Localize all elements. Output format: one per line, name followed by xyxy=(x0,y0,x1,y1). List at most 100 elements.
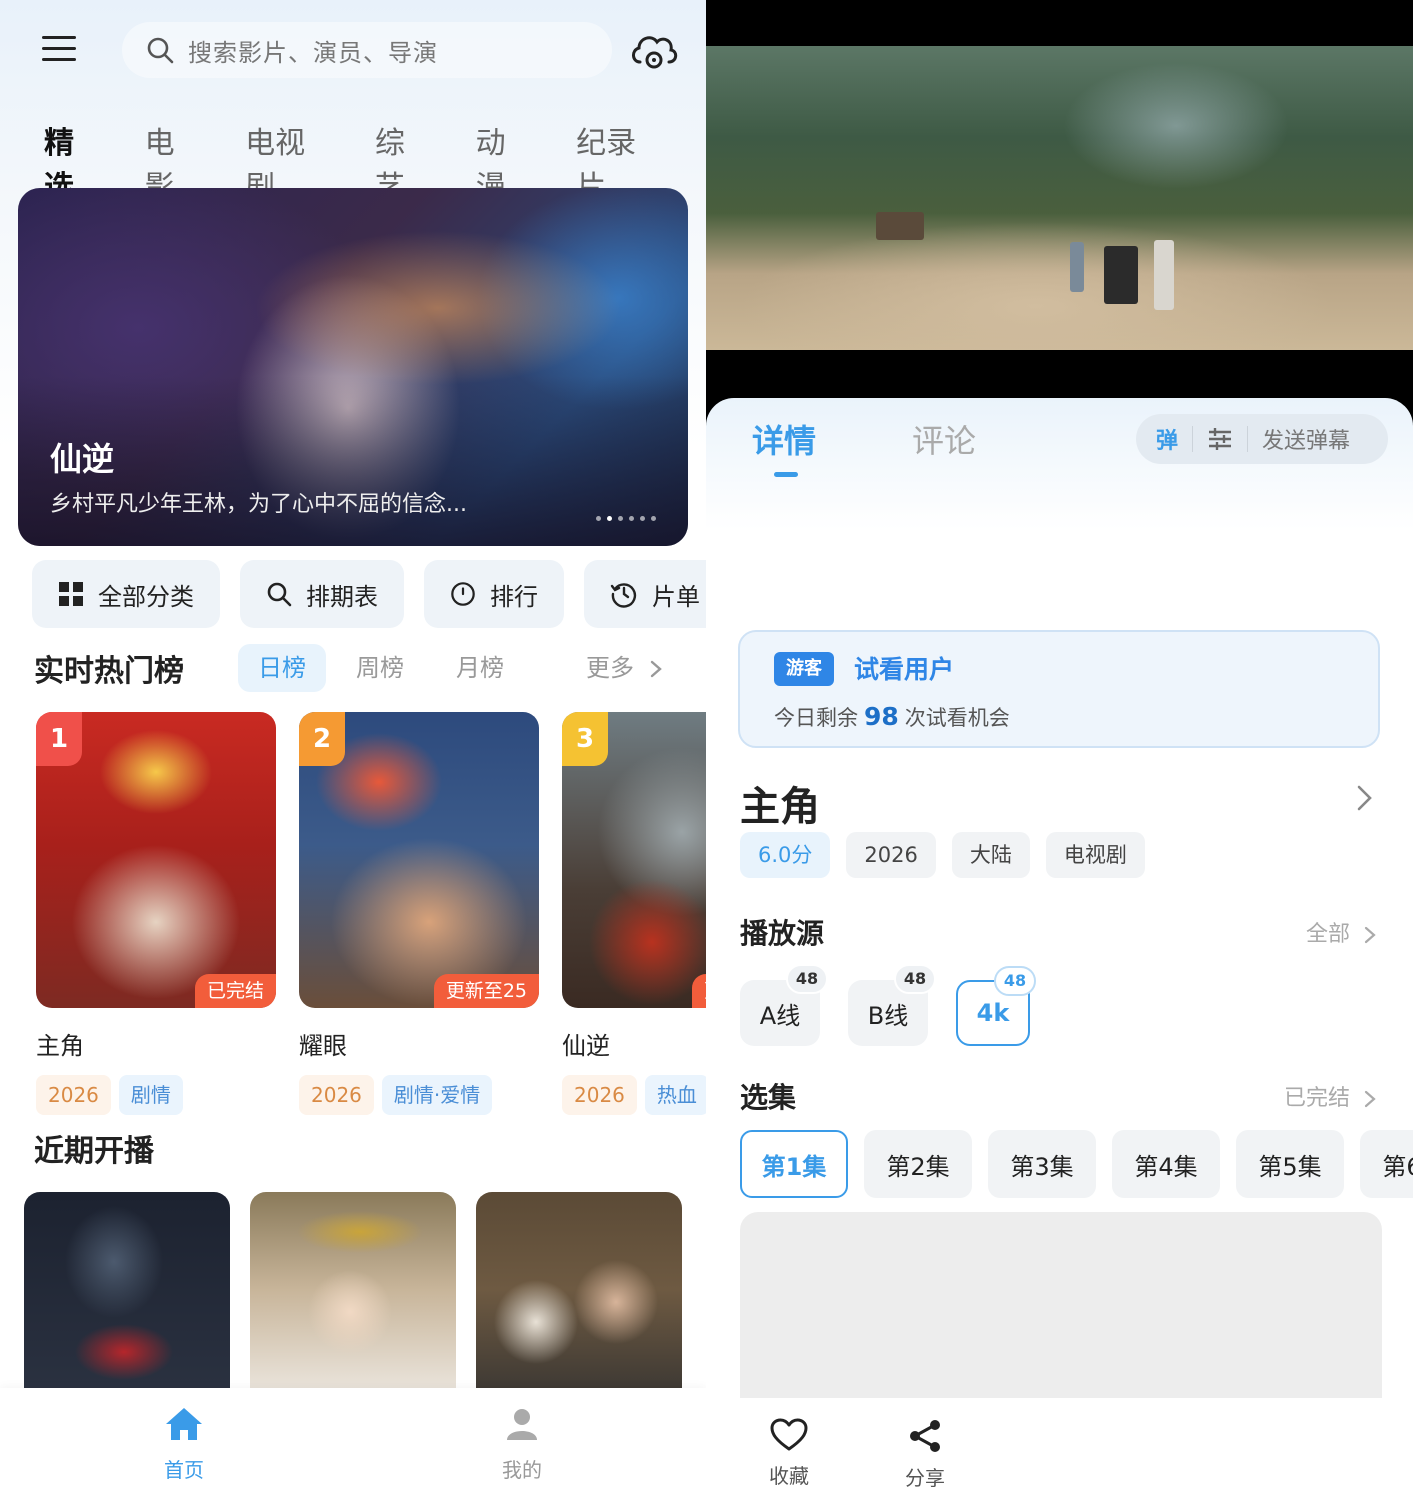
source-list: A线 48 B线 48 4k 48 xyxy=(740,964,1036,1046)
chevron-right-icon[interactable] xyxy=(1354,784,1374,812)
search-icon xyxy=(267,582,292,607)
quick-actions: 全部分类 排期表 排行 片单 xyxy=(32,560,706,628)
more-link[interactable]: 更多 xyxy=(586,644,664,692)
episode-count-badge: 48 xyxy=(894,964,936,994)
schedule-button[interactable]: 排期表 xyxy=(240,560,404,628)
card-title: 主角 xyxy=(36,1032,84,1060)
episode-button[interactable]: 第4集 xyxy=(1112,1130,1220,1198)
banner-dot-active[interactable] xyxy=(607,516,612,521)
banner-dot[interactable] xyxy=(629,516,634,521)
grid-icon xyxy=(59,582,83,606)
episodes-title: 选集 xyxy=(740,1081,797,1114)
schedule-label: 排期表 xyxy=(306,582,378,611)
score-tag: 6.0分 xyxy=(740,832,831,878)
episode-button[interactable]: 第5集 xyxy=(1236,1130,1344,1198)
trial-suffix: 次试看机会 xyxy=(904,706,1010,730)
favorite-label: 收藏 xyxy=(769,1464,809,1488)
genre-tag: 剧情 xyxy=(118,1075,183,1115)
chevron-right-icon xyxy=(650,660,662,678)
recent-card[interactable] xyxy=(24,1192,230,1388)
tab-monthly[interactable]: 月榜 xyxy=(456,644,504,692)
hot-card[interactable]: 3 更 仙逆 2026 热血 xyxy=(562,712,706,1115)
genre-tag: 热血 xyxy=(644,1075,706,1115)
recent-card[interactable] xyxy=(476,1192,682,1388)
banner-dot[interactable] xyxy=(618,516,623,521)
source-4k[interactable]: 4k 48 xyxy=(956,966,1036,1046)
hot-card[interactable]: 2 更新至25 耀眼 2026 剧情·爱情 xyxy=(299,712,539,1115)
episode-button[interactable]: 第1集 xyxy=(740,1130,848,1198)
region-tag: 大陆 xyxy=(951,832,1030,878)
detail-panel: 详情 评论 弹 发送弹幕 游客 试看用户 今日剩余 98 次试看机会 主角 6.0分… xyxy=(706,398,1413,1500)
more-label: 更多 xyxy=(586,654,634,682)
nav-home-label: 首页 xyxy=(164,1458,204,1482)
source-a[interactable]: A线 48 xyxy=(740,964,828,1046)
episode-button[interactable]: 第2集 xyxy=(864,1130,972,1198)
trial-prefix: 今日剩余 xyxy=(774,706,858,730)
banner-dot[interactable] xyxy=(640,516,645,521)
source-name: B线 xyxy=(867,1001,909,1030)
share-button[interactable]: 分享 xyxy=(880,1418,970,1491)
tab-weekly[interactable]: 周榜 xyxy=(356,644,404,692)
home-icon xyxy=(166,1408,202,1440)
sources-all-label: 全部 xyxy=(1305,922,1350,947)
rank-badge: 3 xyxy=(562,712,608,766)
banner-dot[interactable] xyxy=(596,516,601,521)
tab-comments[interactable]: 评论 xyxy=(912,416,976,462)
poster-image: 2 更新至25 xyxy=(299,712,539,1008)
type-tag: 电视剧 xyxy=(1045,832,1145,878)
guest-badge: 游客 xyxy=(774,652,834,686)
action-bar: 收藏 分享 xyxy=(706,1398,1413,1500)
nav-profile[interactable]: 我的 xyxy=(462,1406,582,1483)
all-categories-button[interactable]: 全部分类 xyxy=(32,560,220,628)
banner-shade xyxy=(18,376,688,546)
cloud-icon[interactable] xyxy=(628,28,680,72)
ranking-button[interactable]: 排行 xyxy=(424,560,564,628)
card-tags: 2026 热血 xyxy=(562,1075,706,1115)
favorite-button[interactable]: 收藏 xyxy=(744,1418,834,1489)
card-tags: 2026 剧情·爱情 xyxy=(299,1075,539,1115)
top-bar: 搜索影片、演员、导演 xyxy=(0,0,706,100)
hot-ranking-title: 实时热门榜 xyxy=(34,654,184,689)
video-figure xyxy=(1070,242,1084,292)
source-name: 4k xyxy=(976,999,1010,1027)
banner-dot[interactable] xyxy=(651,516,656,521)
tab-details[interactable]: 详情 xyxy=(752,416,816,462)
video-figure xyxy=(1154,240,1174,310)
heart-icon xyxy=(770,1418,808,1451)
user-icon xyxy=(507,1409,537,1440)
rank-badge: 1 xyxy=(36,712,82,766)
video-figure xyxy=(1104,246,1138,304)
hot-ranking-header: 实时热门榜 日榜 周榜 月榜 更多 xyxy=(34,640,674,694)
menu-icon[interactable] xyxy=(42,36,76,64)
hero-banner[interactable]: 仙逆 乡村平凡少年王林，为了心中不屈的信念... xyxy=(18,188,688,546)
status-tag: 已完结 xyxy=(194,974,276,1008)
playlist-button[interactable]: 片单 xyxy=(584,560,706,628)
recent-card[interactable] xyxy=(250,1192,456,1388)
send-danmu-button[interactable]: 发送弹幕 xyxy=(1262,423,1350,455)
bottom-nav: 首页 我的 xyxy=(0,1388,706,1500)
episode-button[interactable]: 第3集 xyxy=(988,1130,1096,1198)
history-icon xyxy=(610,583,637,608)
card-title: 仙逆 xyxy=(562,1032,610,1060)
hot-card[interactable]: 1 已完结 主角 2026 剧情 xyxy=(36,712,276,1115)
danmu-toggle[interactable]: 弹 xyxy=(1156,423,1178,455)
video-player[interactable] xyxy=(706,46,1413,350)
tab-daily[interactable]: 日榜 xyxy=(238,644,326,692)
clock-icon xyxy=(451,582,475,606)
settings-sliders-icon[interactable] xyxy=(1207,427,1233,451)
poster-image: 3 更 xyxy=(562,712,706,1008)
episode-count-badge: 48 xyxy=(994,966,1036,996)
search-input[interactable]: 搜索影片、演员、导演 xyxy=(122,22,612,78)
episodes-status-link[interactable]: 已完结 xyxy=(1284,1080,1377,1112)
sources-all-link[interactable]: 全部 xyxy=(1306,916,1377,948)
year-tag: 2026 xyxy=(299,1075,374,1115)
sources-title: 播放源 xyxy=(740,917,825,950)
show-info-tags: 6.0分 2026 大陆 电视剧 xyxy=(740,832,1145,878)
episode-button[interactable]: 第6集 xyxy=(1360,1130,1413,1198)
source-b[interactable]: B线 48 xyxy=(848,964,936,1046)
card-title: 耀眼 xyxy=(299,1032,347,1060)
guest-title: 试看用户 xyxy=(854,655,955,684)
danmu-bar: 弹 发送弹幕 xyxy=(1136,414,1388,464)
nav-home[interactable]: 首页 xyxy=(124,1406,244,1483)
chevron-right-icon xyxy=(1364,1090,1376,1108)
